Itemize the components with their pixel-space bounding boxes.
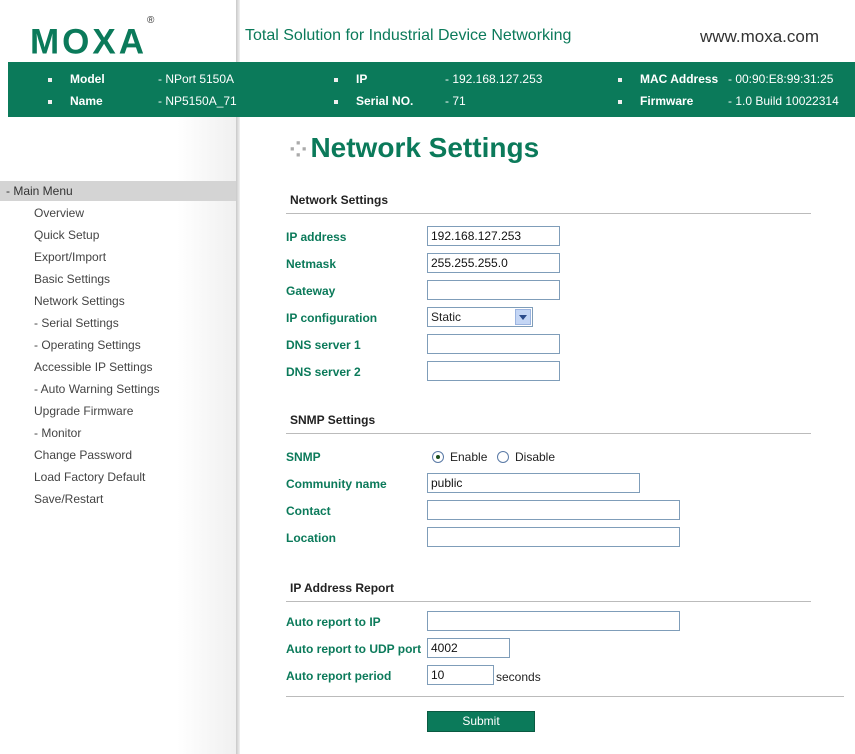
info-model-value: - NPort 5150A xyxy=(158,72,235,86)
page-title: ⁘ Network Settings xyxy=(289,132,540,163)
contact-input[interactable] xyxy=(427,500,680,520)
section-network-settings: Network Settings xyxy=(286,191,811,214)
main-menu-header[interactable]: - Main Menu xyxy=(0,181,236,201)
chevron-down-icon[interactable] xyxy=(515,309,531,325)
menu-item-basic-settings[interactable]: Basic Settings xyxy=(34,272,110,286)
menu-item-monitor[interactable]: - Monitor xyxy=(34,426,81,440)
bullet-icon xyxy=(334,99,338,104)
ip-configuration-select[interactable]: Static xyxy=(427,307,533,327)
info-mac-value: - 00:90:E8:99:31:25 xyxy=(728,72,834,86)
ip-address-label: IP address xyxy=(286,230,347,244)
section-snmp-settings: SNMP Settings xyxy=(286,411,811,434)
dns2-label: DNS server 2 xyxy=(286,365,361,379)
device-info-bar: Model - NPort 5150A Name - NP5150A_71 IP… xyxy=(8,62,855,117)
menu-item-quick-setup[interactable]: Quick Setup xyxy=(34,228,99,242)
menu-item-save-restart[interactable]: Save/Restart xyxy=(34,492,103,506)
website-link[interactable]: www.moxa.com xyxy=(700,27,819,47)
dns1-input[interactable] xyxy=(427,334,560,354)
info-ip: IP xyxy=(334,72,367,86)
info-firmware: Firmware xyxy=(618,94,693,108)
submit-button[interactable]: Submit xyxy=(427,711,535,732)
bullet-icon xyxy=(48,77,52,82)
snmp-enable-radio[interactable] xyxy=(432,451,444,463)
auto-report-ip-input[interactable] xyxy=(427,611,680,631)
snmp-disable-radio[interactable] xyxy=(497,451,509,463)
seconds-label: seconds xyxy=(496,670,541,684)
netmask-label: Netmask xyxy=(286,257,337,271)
dns1-label: DNS server 1 xyxy=(286,338,361,352)
community-name-input[interactable]: public xyxy=(427,473,640,493)
info-serial-value: - 71 xyxy=(445,94,466,108)
menu-item-overview[interactable]: Overview xyxy=(34,206,84,220)
location-label: Location xyxy=(286,531,336,545)
menu-item-operating-settings[interactable]: - Operating Settings xyxy=(34,338,141,352)
bullet-icon xyxy=(334,77,338,82)
menu-item-auto-warning[interactable]: - Auto Warning Settings xyxy=(34,382,160,396)
ip-configuration-label: IP configuration xyxy=(286,311,378,325)
gateway-label: Gateway xyxy=(286,284,336,298)
section-ip-address-report: IP Address Report xyxy=(286,579,811,602)
tagline: Total Solution for Industrial Device Net… xyxy=(245,27,572,44)
info-name: Name xyxy=(48,94,103,108)
info-serial: Serial NO. xyxy=(334,94,413,108)
info-name-value: - NP5150A_71 xyxy=(158,94,237,108)
auto-report-ip-label: Auto report to IP xyxy=(286,615,381,629)
location-input[interactable] xyxy=(427,527,680,547)
contact-label: Contact xyxy=(286,504,331,518)
menu-item-change-password[interactable]: Change Password xyxy=(34,448,132,462)
info-model: Model xyxy=(48,72,105,86)
auto-report-udp-label: Auto report to UDP port xyxy=(286,642,422,656)
menu-item-serial-settings[interactable]: - Serial Settings xyxy=(34,316,119,330)
dots-icon: ⁘ xyxy=(289,137,308,162)
bullet-icon xyxy=(618,77,622,82)
info-firmware-value: - 1.0 Build 10022314 xyxy=(728,94,839,108)
auto-report-udp-input[interactable]: 4002 xyxy=(427,638,510,658)
community-name-label: Community name xyxy=(286,477,387,491)
snmp-disable-label[interactable]: Disable xyxy=(515,450,555,464)
info-ip-value: - 192.168.127.253 xyxy=(445,72,543,86)
ip-address-input[interactable]: 192.168.127.253 xyxy=(427,226,560,246)
auto-report-period-label: Auto report period xyxy=(286,669,392,683)
gateway-input[interactable] xyxy=(427,280,560,300)
dns2-input[interactable] xyxy=(427,361,560,381)
divider xyxy=(286,696,844,697)
netmask-input[interactable]: 255.255.255.0 xyxy=(427,253,560,273)
menu-item-network-settings[interactable]: Network Settings xyxy=(34,294,125,308)
snmp-label: SNMP xyxy=(286,450,321,464)
menu-item-export-import[interactable]: Export/Import xyxy=(34,250,106,264)
bullet-icon xyxy=(618,99,622,104)
info-mac: MAC Address xyxy=(618,72,718,86)
header: MOXA® Total Solution for Industrial Devi… xyxy=(0,0,855,62)
bullet-icon xyxy=(48,99,52,104)
moxa-logo: MOXA® xyxy=(30,15,155,62)
menu-item-accessible-ip[interactable]: Accessible IP Settings xyxy=(34,360,153,374)
snmp-enable-label[interactable]: Enable xyxy=(450,450,487,464)
menu-item-load-factory-default[interactable]: Load Factory Default xyxy=(34,470,145,484)
auto-report-period-input[interactable]: 10 xyxy=(427,665,494,685)
menu-item-upgrade-firmware[interactable]: Upgrade Firmware xyxy=(34,404,133,418)
